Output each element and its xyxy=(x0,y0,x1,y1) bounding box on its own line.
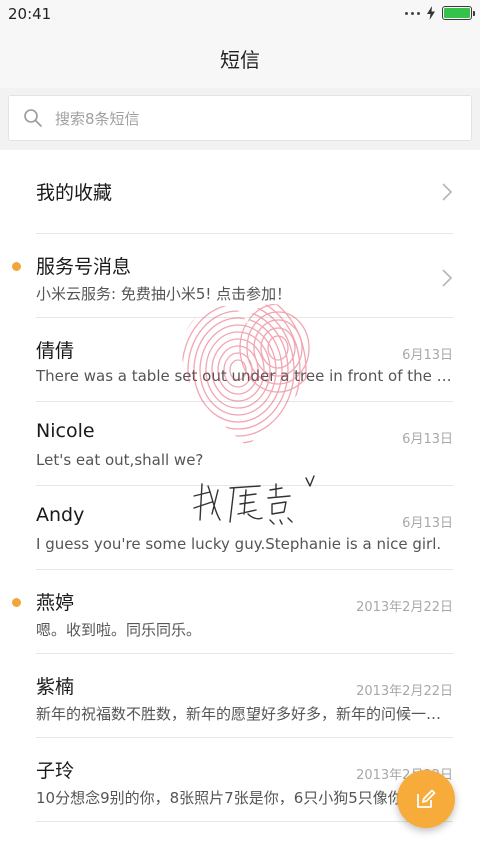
conversation-item[interactable]: Nicole 6月13日 Let's eat out,shall we? xyxy=(36,402,453,486)
message-preview: I guess you're some lucky guy.Stephanie … xyxy=(36,535,442,553)
message-preview: 10分想念9别的你，8张照片7张是你，6只小狗5只像你 xyxy=(36,789,403,807)
message-preview: 新年的祝福数不胜数，新年的愿望好多好多，新年的问候一条又一条 xyxy=(36,705,452,723)
message-preview: 嗯。收到啦。同乐同乐。 xyxy=(36,621,202,639)
contact-name: 倩倩 xyxy=(36,340,75,362)
contact-name: 服务号消息 xyxy=(36,256,132,278)
battery-icon xyxy=(442,6,475,20)
search-placeholder: 搜索8条短信 xyxy=(55,109,140,128)
compose-icon xyxy=(417,789,436,808)
message-date: 2013年2月22日 xyxy=(356,600,453,615)
chevron-right-icon xyxy=(442,183,453,201)
unread-dot xyxy=(12,598,21,607)
chevron-right-icon xyxy=(442,269,453,287)
conversation-item[interactable]: 倩倩 6月13日 There was a table set out under… xyxy=(36,318,453,402)
message-preview: There was a table set out under a tree i… xyxy=(36,367,452,385)
conversation-item[interactable]: 紫楠 2013年2月22日 新年的祝福数不胜数，新年的愿望好多好多，新年的问候一… xyxy=(36,654,453,738)
conversation-item[interactable]: 子玲 2013年2月22日 10分想念9别的你，8张照片7张是你，6只小狗5只像… xyxy=(36,738,453,822)
status-icons xyxy=(405,6,475,20)
contact-name: 子玲 xyxy=(36,760,75,782)
favorites-item[interactable]: 我的收藏 xyxy=(36,150,453,234)
message-date: 2013年2月22日 xyxy=(356,684,453,699)
conversation-item[interactable]: 服务号消息 小米云服务: 免费抽小米5! 点击参加！ xyxy=(12,234,453,318)
message-date: 6月13日 xyxy=(402,348,453,363)
search-icon xyxy=(24,109,42,127)
status-bar: 20:41 xyxy=(0,0,480,28)
message-preview: Let's eat out,shall we? xyxy=(36,451,204,469)
message-date: 6月13日 xyxy=(402,516,453,531)
more-dots-icon xyxy=(405,11,420,15)
favorites-label: 我的收藏 xyxy=(36,182,113,204)
charging-bolt-icon xyxy=(427,6,435,20)
message-date: 6月13日 xyxy=(402,432,453,447)
conversation-list: 我的收藏 服务号消息 小米云服务: 免费抽小米5! 点击参加！ 倩倩 6月13日… xyxy=(0,150,480,822)
status-time: 20:41 xyxy=(8,5,52,23)
page-title: 短信 xyxy=(220,47,260,72)
unread-dot xyxy=(12,262,21,271)
contact-name: 紫楠 xyxy=(36,676,75,698)
app-header: 短信 xyxy=(0,28,480,88)
contact-name: Andy xyxy=(36,504,85,526)
conversation-item[interactable]: 燕婷 2013年2月22日 嗯。收到啦。同乐同乐。 xyxy=(12,570,453,654)
compose-button[interactable] xyxy=(397,770,455,828)
conversation-item[interactable]: Andy 6月13日 I guess you're some lucky guy… xyxy=(36,486,453,570)
message-preview: 小米云服务: 免费抽小米5! 点击参加！ xyxy=(36,285,292,303)
contact-name: 燕婷 xyxy=(36,592,75,614)
battery-level xyxy=(444,8,470,18)
search-input[interactable]: 搜索8条短信 xyxy=(8,95,472,141)
search-area: 搜索8条短信 xyxy=(0,88,480,150)
contact-name: Nicole xyxy=(36,420,95,442)
